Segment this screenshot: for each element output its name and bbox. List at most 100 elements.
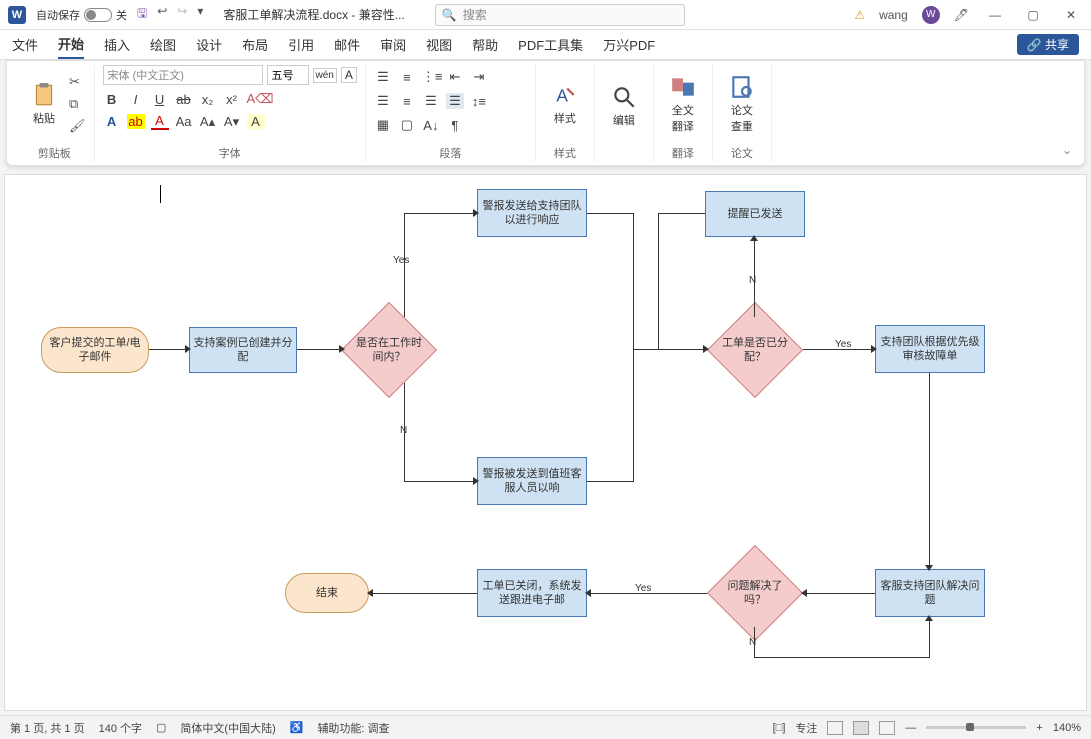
align-left-icon[interactable]: ☰ bbox=[374, 93, 392, 109]
sort-icon[interactable]: A↓ bbox=[422, 118, 440, 133]
tab-draw[interactable]: 绘图 bbox=[150, 30, 176, 59]
tab-review[interactable]: 审阅 bbox=[380, 30, 406, 59]
styles-icon: A bbox=[552, 82, 578, 108]
align-center-icon[interactable]: ≡ bbox=[398, 94, 416, 109]
arrowhead-icon bbox=[925, 565, 933, 571]
font-name-select[interactable] bbox=[103, 65, 263, 85]
superscript-icon[interactable]: x² bbox=[223, 92, 241, 107]
tab-mailings[interactable]: 邮件 bbox=[334, 30, 360, 59]
flowchart-end[interactable]: 结束 bbox=[285, 573, 369, 613]
inc-indent-icon[interactable]: ⇥ bbox=[470, 69, 488, 85]
numbering-icon[interactable]: ≡ bbox=[398, 70, 416, 85]
tab-file[interactable]: 文件 bbox=[12, 30, 38, 59]
arrowhead-icon bbox=[750, 235, 758, 241]
word-count[interactable]: 140 个字 bbox=[99, 720, 142, 736]
tab-help[interactable]: 帮助 bbox=[472, 30, 498, 59]
font-color-icon[interactable]: A bbox=[151, 113, 169, 130]
page-status[interactable]: 第 1 页, 共 1 页 bbox=[10, 720, 85, 736]
a11y-icon: ♿ bbox=[290, 721, 304, 734]
read-mode-icon[interactable] bbox=[827, 721, 843, 735]
language-status[interactable]: 简体中文(中国大陆) bbox=[180, 720, 275, 736]
bold-icon[interactable]: B bbox=[103, 92, 121, 107]
save-icon[interactable]: 🖫 bbox=[137, 4, 147, 25]
highlight-icon[interactable]: ab bbox=[127, 114, 145, 129]
qat-dropdown-icon[interactable]: ▾ bbox=[197, 4, 203, 25]
search-input[interactable]: 🔍 搜索 bbox=[435, 4, 685, 26]
flowchart-box-alert-team[interactable]: 警报发送给支持团队以进行响应 bbox=[477, 189, 587, 237]
mic-icon[interactable]: 🖊 bbox=[954, 8, 969, 22]
editing-button[interactable]: 编辑 bbox=[603, 80, 645, 132]
avatar[interactable]: W bbox=[922, 6, 940, 24]
connector bbox=[297, 349, 343, 350]
subscript-icon[interactable]: x₂ bbox=[199, 92, 217, 107]
web-layout-icon[interactable] bbox=[879, 721, 895, 735]
flowchart-box-close-ticket[interactable]: 工单已关闭，系统发送跟进电子邮 bbox=[477, 569, 587, 617]
flowchart-box-review[interactable]: 支持团队根据优先级审核故障单 bbox=[875, 325, 985, 373]
zoom-in-button[interactable]: + bbox=[1036, 722, 1042, 734]
dec-indent-icon[interactable]: ⇤ bbox=[446, 69, 464, 85]
text-effect-icon[interactable]: A bbox=[103, 114, 121, 129]
flowchart-decision-workhours[interactable]: 是否在工作时间内？ bbox=[355, 316, 423, 384]
tab-references[interactable]: 引用 bbox=[288, 30, 314, 59]
font-size-select[interactable] bbox=[267, 65, 309, 85]
char-shading-icon[interactable]: Aa bbox=[175, 114, 193, 129]
undo-icon[interactable]: ↩ bbox=[157, 4, 167, 25]
underline-icon[interactable]: U bbox=[151, 92, 169, 107]
line-spacing-icon[interactable]: ↕≡ bbox=[470, 94, 488, 109]
copy-icon[interactable]: ⧉ bbox=[69, 96, 86, 112]
char-border-icon[interactable]: A bbox=[341, 67, 357, 83]
share-button[interactable]: 🔗 共享 bbox=[1017, 34, 1079, 55]
strike-icon[interactable]: ab bbox=[175, 92, 193, 107]
document-canvas[interactable]: 客户提交的工单/电子邮件 支持案例已创建并分配 是否在工作时间内？ 警报发送给支… bbox=[4, 174, 1087, 711]
close-button[interactable]: ✕ bbox=[1059, 8, 1083, 22]
phonetic-icon[interactable]: wén bbox=[313, 68, 337, 83]
warning-icon[interactable]: ⚠ bbox=[854, 8, 865, 22]
enclose-char-icon[interactable]: A bbox=[247, 114, 265, 129]
bullets-icon[interactable]: ☰ bbox=[374, 69, 392, 85]
ribbon-collapse-icon[interactable]: ⌄ bbox=[1062, 143, 1072, 157]
format-painter-icon[interactable]: 🖌 bbox=[69, 118, 86, 134]
print-layout-icon[interactable] bbox=[853, 721, 869, 735]
arrowhead-icon bbox=[473, 477, 479, 485]
paste-button[interactable]: 粘贴 bbox=[23, 78, 65, 130]
focus-icon: [□] bbox=[773, 722, 786, 734]
minimize-button[interactable]: — bbox=[983, 8, 1007, 22]
multilevel-icon[interactable]: ⋮≡ bbox=[422, 69, 440, 85]
flowchart-decision-assigned[interactable]: 工单是否已分配？ bbox=[721, 316, 789, 384]
tab-insert[interactable]: 插入 bbox=[104, 30, 130, 59]
thesis-check-button[interactable]: 论文 查重 bbox=[721, 70, 763, 138]
flowchart-box-resolve[interactable]: 客服支持团队解决问题 bbox=[875, 569, 985, 617]
align-justify-icon[interactable]: ☰ bbox=[446, 93, 464, 109]
flowchart-box-alert-oncall[interactable]: 警报被发送到值班客服人员以响 bbox=[477, 457, 587, 505]
title-bar: W 自动保存 关 🖫 ↩ ↪ ▾ 客服工单解决流程.docx - 兼容性... … bbox=[0, 0, 1091, 30]
tab-layout[interactable]: 布局 bbox=[242, 30, 268, 59]
focus-mode[interactable]: 专注 bbox=[795, 720, 817, 736]
grow-font-icon[interactable]: A▴ bbox=[199, 114, 217, 130]
clear-format-icon[interactable]: A⌫ bbox=[247, 91, 265, 107]
shrink-font-icon[interactable]: A▾ bbox=[223, 114, 241, 130]
autosave-toggle[interactable]: 自动保存 关 bbox=[36, 7, 127, 23]
show-marks-icon[interactable]: ¶ bbox=[446, 118, 464, 133]
zoom-out-button[interactable]: — bbox=[905, 722, 916, 734]
flowchart-start[interactable]: 客户提交的工单/电子邮件 bbox=[41, 327, 149, 373]
borders-icon[interactable]: ▢ bbox=[398, 117, 416, 133]
fulltext-translate-button[interactable]: 全文 翻译 bbox=[662, 70, 704, 138]
tab-view[interactable]: 视图 bbox=[426, 30, 452, 59]
redo-icon[interactable]: ↪ bbox=[177, 4, 187, 25]
zoom-slider[interactable] bbox=[926, 726, 1026, 729]
flowchart-box-remind-sent[interactable]: 提醒已发送 bbox=[705, 191, 805, 237]
shading-icon[interactable]: ▦ bbox=[374, 117, 392, 133]
tab-wxpdf[interactable]: 万兴PDF bbox=[603, 30, 655, 59]
flowchart-box-create-case[interactable]: 支持案例已创建并分配 bbox=[189, 327, 297, 373]
styles-button[interactable]: A 样式 bbox=[544, 78, 586, 130]
cut-icon[interactable]: ✂ bbox=[69, 74, 86, 90]
tab-design[interactable]: 设计 bbox=[196, 30, 222, 59]
accessibility-status[interactable]: 辅助功能: 调查 bbox=[317, 720, 389, 736]
flowchart-decision-resolved[interactable]: 问题解决了吗？ bbox=[721, 559, 789, 627]
tab-pdftools[interactable]: PDF工具集 bbox=[518, 30, 583, 59]
tab-home[interactable]: 开始 bbox=[58, 30, 84, 59]
align-right-icon[interactable]: ☰ bbox=[422, 93, 440, 109]
zoom-level[interactable]: 140% bbox=[1053, 722, 1081, 734]
maximize-button[interactable]: ▢ bbox=[1021, 8, 1045, 22]
italic-icon[interactable]: I bbox=[127, 92, 145, 107]
